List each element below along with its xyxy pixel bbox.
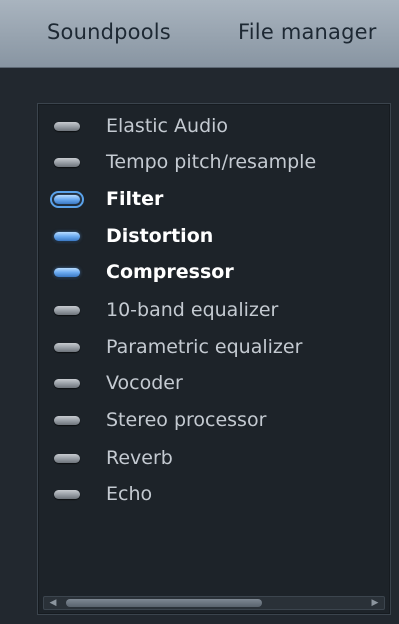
tab-bar: Soundpools File manager (0, 0, 399, 68)
effect-toggle-led-icon[interactable] (54, 121, 80, 131)
effect-item-vocoder[interactable]: Vocoder (54, 366, 374, 400)
effect-label: Vocoder (106, 372, 183, 394)
effect-label: Parametric equalizer (106, 336, 303, 358)
horizontal-scrollbar[interactable]: ◀ ▶ (43, 596, 385, 610)
effect-item-filter[interactable]: Filter (50, 182, 374, 216)
scroll-left-icon[interactable]: ◀ (46, 598, 60, 608)
effect-item-tempo-pitch[interactable]: Tempo pitch/resample (54, 145, 374, 179)
effect-label: Echo (106, 483, 153, 505)
effect-toggle-led-icon[interactable] (54, 305, 80, 315)
effect-item-parametric-equalizer[interactable]: Parametric equalizer (54, 330, 374, 364)
effect-label: Filter (106, 188, 164, 210)
effect-label: Compressor (106, 261, 234, 283)
effect-item-10-band-equalizer[interactable]: 10-band equalizer (54, 293, 374, 327)
effect-label: Stereo processor (106, 409, 267, 431)
effect-toggle-led-icon[interactable] (54, 489, 80, 499)
effect-item-echo[interactable]: Echo (54, 477, 374, 511)
effect-toggle-led-icon[interactable] (54, 267, 80, 277)
effect-toggle-led-icon[interactable] (50, 190, 84, 208)
effect-toggle-led-icon[interactable] (54, 453, 80, 463)
effect-item-elastic-audio[interactable]: Elastic Audio (54, 109, 374, 143)
effect-label: Tempo pitch/resample (106, 151, 317, 173)
effect-label: Distortion (106, 225, 214, 247)
scrollbar-thumb[interactable] (66, 599, 262, 607)
effects-list-panel: Elastic Audio Tempo pitch/resample Filte… (37, 103, 391, 615)
effect-item-compressor[interactable]: Compressor (54, 255, 374, 289)
effect-label: Elastic Audio (106, 115, 229, 137)
effect-toggle-led-icon[interactable] (54, 415, 80, 425)
effect-toggle-led-icon[interactable] (54, 342, 80, 352)
scroll-right-icon[interactable]: ▶ (368, 598, 382, 608)
tab-file-manager[interactable]: File manager (238, 20, 377, 44)
effect-label: 10-band equalizer (106, 299, 279, 321)
effect-item-stereo-processor[interactable]: Stereo processor (54, 403, 374, 437)
effect-toggle-led-icon[interactable] (54, 378, 80, 388)
effect-label: Reverb (106, 447, 173, 469)
effect-item-reverb[interactable]: Reverb (54, 441, 374, 475)
effect-toggle-led-icon[interactable] (54, 231, 80, 241)
effect-item-distortion[interactable]: Distortion (54, 219, 374, 253)
tab-soundpools[interactable]: Soundpools (47, 20, 171, 44)
effect-toggle-led-icon[interactable] (54, 157, 80, 167)
